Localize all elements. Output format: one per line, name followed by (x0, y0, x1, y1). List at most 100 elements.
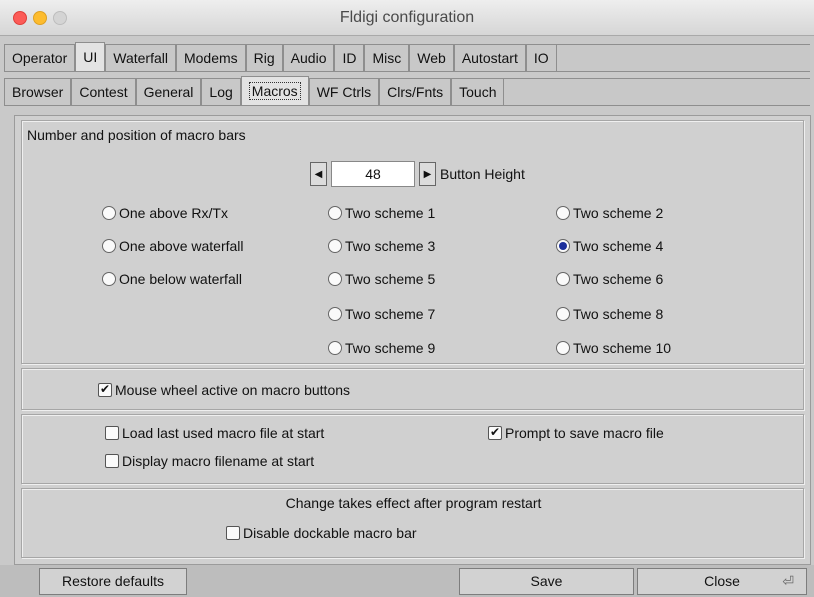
radio-icon (102, 272, 116, 286)
tab-rig[interactable]: Rig (245, 44, 283, 71)
tab-log[interactable]: Log (201, 78, 241, 105)
tab-autostart[interactable]: Autostart (453, 44, 526, 71)
radio-selected-icon (556, 239, 570, 253)
button-height-counter: ◀ 48 ▶ Button Height (310, 161, 525, 187)
checkbox-icon (226, 526, 240, 540)
radio-icon (328, 272, 342, 286)
tab-touch[interactable]: Touch (451, 78, 505, 105)
dockable-group: Change takes effect after program restar… (21, 488, 804, 558)
close-button-label: Close (704, 573, 740, 589)
checkbox-label: Disable dockable macro bar (243, 525, 417, 541)
radio-icon (556, 341, 570, 355)
radio-label: Two scheme 9 (345, 340, 436, 356)
restore-defaults-button[interactable]: Restore defaults (39, 568, 187, 595)
radio-one-below-waterfall[interactable]: One below waterfall (102, 271, 242, 287)
tab-browser[interactable]: Browser (4, 78, 72, 105)
tab-waterfall[interactable]: Waterfall (105, 44, 176, 71)
tab-audio[interactable]: Audio (282, 44, 335, 71)
tab-contest[interactable]: Contest (71, 78, 136, 105)
button-height-input[interactable]: 48 (331, 161, 415, 187)
display-macro-filename-checkbox[interactable]: Display macro filename at start (105, 453, 314, 469)
checkbox-checked-icon (98, 382, 112, 397)
radio-label: Two scheme 1 (345, 205, 436, 221)
save-button[interactable]: Save (459, 568, 634, 595)
tab-misc[interactable]: Misc (364, 44, 410, 71)
radio-icon (556, 307, 570, 321)
tab-web[interactable]: Web (409, 44, 454, 71)
macro-file-group: Load last used macro file at start Promp… (21, 414, 804, 484)
button-bar: Restore defaults Save Close ⏎ (0, 565, 814, 597)
close-button[interactable]: Close ⏎ (637, 568, 807, 595)
radio-two-scheme-7[interactable]: Two scheme 7 (328, 306, 435, 322)
checkbox-label: Display macro filename at start (122, 453, 315, 469)
tab-modems[interactable]: Modems (175, 44, 246, 71)
radio-two-scheme-4[interactable]: Two scheme 4 (556, 238, 663, 254)
radio-label: One above waterfall (119, 238, 244, 254)
radio-two-scheme-1[interactable]: Two scheme 1 (328, 205, 435, 221)
radio-one-above-waterfall[interactable]: One above waterfall (102, 238, 244, 254)
window-title: Fldigi configuration (339, 9, 475, 26)
right-arrow-icon: ▶ (423, 168, 432, 180)
radio-two-scheme-5[interactable]: Two scheme 5 (328, 271, 435, 287)
tab-wf-ctrls[interactable]: WF Ctrls (308, 78, 380, 105)
radio-label: One above Rx/Tx (119, 205, 228, 221)
checkbox-label: Prompt to save macro file (505, 425, 664, 441)
disable-dockable-checkbox[interactable]: Disable dockable macro bar (226, 525, 417, 541)
radio-label: One below waterfall (119, 271, 242, 287)
radio-icon (328, 341, 342, 355)
radio-icon (556, 206, 570, 220)
radio-label: Two scheme 7 (345, 306, 436, 322)
sub-tab-bar: Browser Contest General Log Macros WF Ct… (4, 76, 810, 106)
tab-id[interactable]: ID (334, 44, 365, 71)
radio-label: Two scheme 8 (573, 306, 664, 322)
radio-label: Two scheme 4 (573, 238, 664, 254)
radio-two-scheme-6[interactable]: Two scheme 6 (556, 271, 663, 287)
radio-icon (556, 272, 570, 286)
tab-bar-filler (504, 78, 810, 105)
radio-label: Two scheme 3 (345, 238, 436, 254)
button-height-label: Button Height (440, 166, 525, 182)
restart-note: Change takes effect after program restar… (285, 495, 542, 511)
radio-icon (328, 307, 342, 321)
radio-two-scheme-3[interactable]: Two scheme 3 (328, 238, 435, 254)
checkbox-label: Load last used macro file at start (122, 425, 325, 441)
radio-label: Two scheme 2 (573, 205, 664, 221)
mouse-wheel-checkbox[interactable]: Mouse wheel active on macro buttons (98, 382, 350, 398)
radio-icon (328, 206, 342, 220)
radio-icon (102, 239, 116, 253)
tab-macros-label: Macros (248, 82, 301, 100)
macro-bars-group-label: Number and position of macro bars (27, 127, 246, 143)
checkbox-icon (105, 454, 119, 468)
prompt-save-macro-checkbox[interactable]: Prompt to save macro file (488, 425, 664, 441)
tab-clrs-fnts[interactable]: Clrs/Fnts (379, 78, 452, 105)
checkbox-icon (105, 426, 119, 440)
radio-label: Two scheme 5 (345, 271, 436, 287)
radio-two-scheme-8[interactable]: Two scheme 8 (556, 306, 663, 322)
radio-label: Two scheme 10 (573, 340, 672, 356)
increment-button[interactable]: ▶ (419, 162, 436, 186)
radio-label: Two scheme 6 (573, 271, 664, 287)
title-bar: Fldigi configuration (0, 0, 814, 36)
tab-ui[interactable]: UI (75, 42, 106, 71)
checkbox-checked-icon (488, 425, 502, 440)
tab-bar-filler (556, 44, 810, 71)
macro-bars-group: Number and position of macro bars ◀ 48 ▶… (21, 120, 804, 364)
radio-two-scheme-2[interactable]: Two scheme 2 (556, 205, 663, 221)
return-key-icon: ⏎ (782, 573, 794, 589)
tab-macros[interactable]: Macros (240, 76, 309, 105)
load-last-macro-checkbox[interactable]: Load last used macro file at start (105, 425, 324, 441)
tab-io[interactable]: IO (525, 44, 557, 71)
left-arrow-icon: ◀ (314, 168, 323, 180)
radio-one-above-rxtx[interactable]: One above Rx/Tx (102, 205, 228, 221)
mouse-wheel-group: Mouse wheel active on macro buttons (21, 368, 804, 410)
radio-icon (102, 206, 116, 220)
radio-two-scheme-10[interactable]: Two scheme 10 (556, 340, 671, 356)
tab-general[interactable]: General (135, 78, 202, 105)
radio-two-scheme-9[interactable]: Two scheme 9 (328, 340, 435, 356)
macros-panel: Number and position of macro bars ◀ 48 ▶… (14, 115, 811, 565)
radio-icon (328, 239, 342, 253)
main-tab-bar: Operator UI Waterfall Modems Rig Audio I… (4, 42, 810, 72)
checkbox-label: Mouse wheel active on macro buttons (115, 382, 351, 398)
tab-operator[interactable]: Operator (4, 44, 76, 71)
decrement-button[interactable]: ◀ (310, 162, 327, 186)
